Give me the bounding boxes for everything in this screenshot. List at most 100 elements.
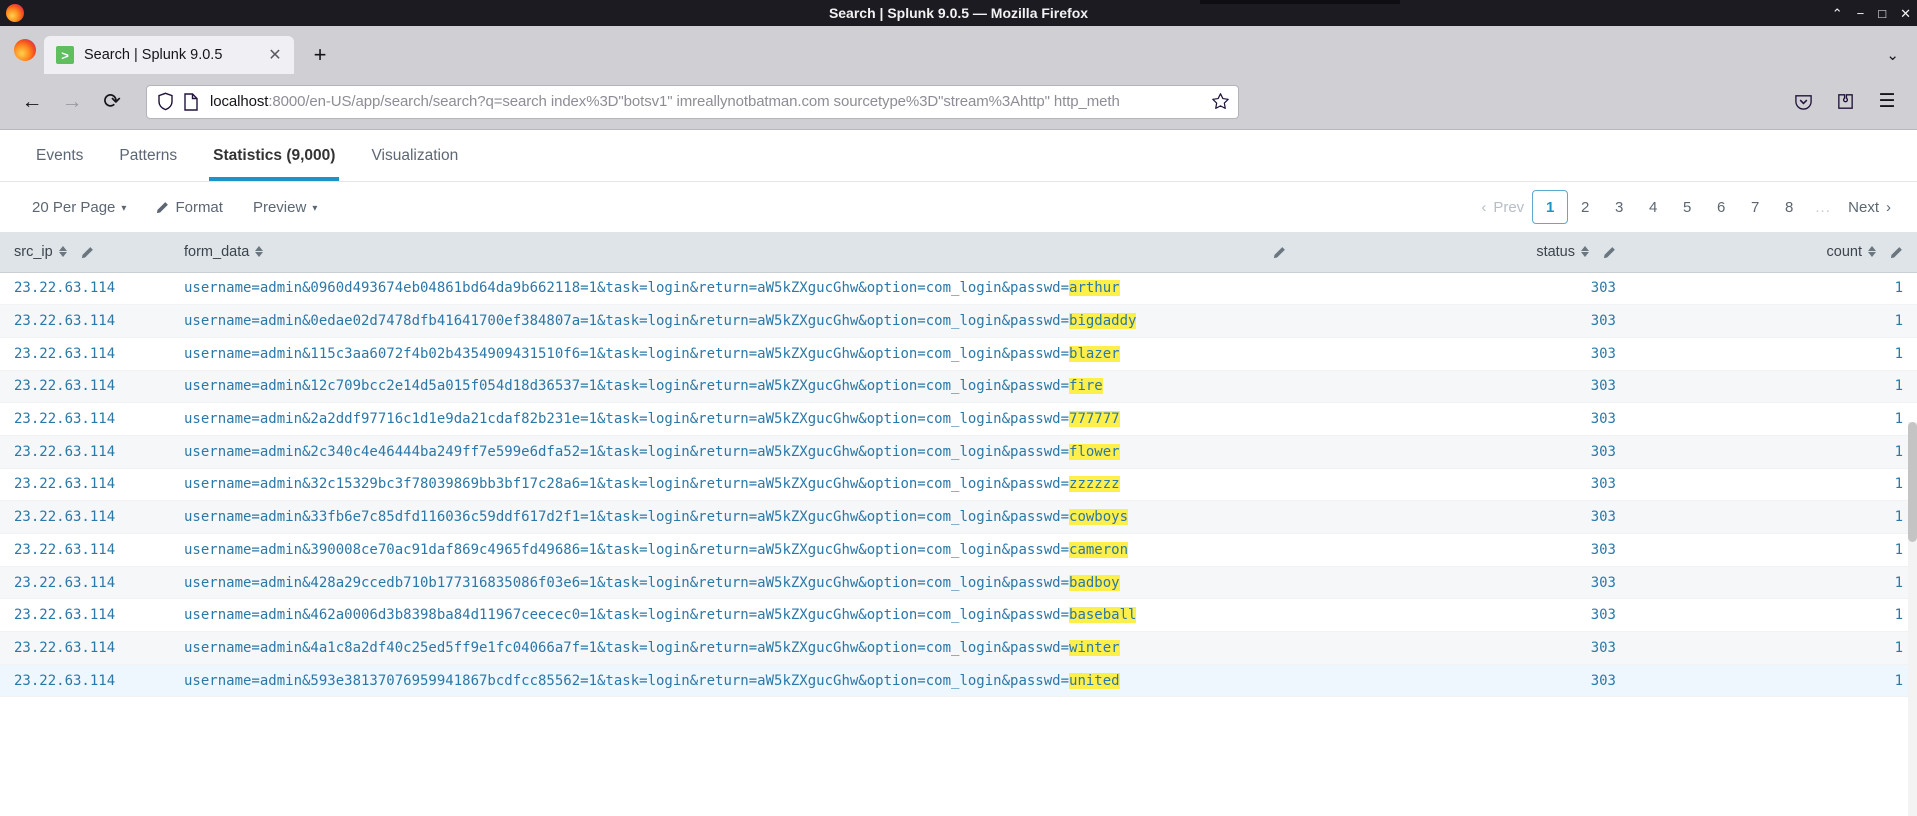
cell-status[interactable]: 303 (1300, 500, 1630, 534)
table-row[interactable]: 23.22.63.114 username=admin&0960d493674eb… (0, 272, 1917, 306)
shield-icon[interactable] (157, 92, 174, 111)
cell-form-data[interactable]: username=admin&32c15329bc3f78039869bb3bf… (170, 468, 1300, 502)
cell-src-ip[interactable]: 23.22.63.114 (0, 435, 170, 469)
cell-src-ip[interactable]: 23.22.63.114 (0, 304, 170, 338)
app-menu-button[interactable]: ☰ (1871, 86, 1903, 118)
cell-src-ip[interactable]: 23.22.63.114 (0, 598, 170, 633)
scrollbar-thumb[interactable] (1908, 422, 1917, 542)
cell-status[interactable]: 303 (1300, 337, 1630, 371)
cell-status[interactable]: 303 (1300, 566, 1630, 600)
cell-src-ip[interactable]: 23.22.63.114 (0, 402, 170, 436)
minimize-button[interactable]: − (1857, 7, 1865, 20)
cell-count[interactable]: 1 (1630, 631, 1917, 665)
tab-visualization[interactable]: Visualization (353, 130, 476, 181)
url-bar[interactable]: localhost:8000/en-US/app/search/search?q… (146, 84, 1239, 119)
cell-form-data[interactable]: username=admin&33fb6e7c85dfd116036c59ddf… (170, 500, 1300, 534)
pocket-icon[interactable] (1787, 86, 1819, 118)
table-row[interactable]: 23.22.63.114 username=admin&2a2ddf97716c1… (0, 402, 1917, 436)
sort-arrows-icon[interactable] (58, 246, 67, 258)
cell-status[interactable]: 303 (1300, 370, 1630, 404)
cell-status[interactable]: 303 (1300, 598, 1630, 633)
page-button-8[interactable]: 8 (1772, 190, 1806, 224)
table-row[interactable]: 23.22.63.114 username=admin&428a29ccedb71… (0, 566, 1917, 600)
cell-form-data[interactable]: username=admin&0edae02d7478dfb41641700ef… (170, 304, 1300, 338)
cell-src-ip[interactable]: 23.22.63.114 (0, 631, 170, 665)
page-button-7[interactable]: 7 (1738, 190, 1772, 224)
page-button-1[interactable]: 1 (1532, 190, 1569, 224)
table-row[interactable]: 23.22.63.114 username=admin&0edae02d7478d… (0, 304, 1917, 338)
cell-count[interactable]: 1 (1630, 402, 1917, 436)
cell-status[interactable]: 303 (1300, 468, 1630, 502)
cell-src-ip[interactable]: 23.22.63.114 (0, 664, 170, 698)
back-button[interactable]: ← (14, 84, 50, 120)
new-tab-button[interactable]: + (304, 39, 336, 71)
cell-src-ip[interactable]: 23.22.63.114 (0, 468, 170, 502)
column-header-status[interactable]: status (1300, 232, 1630, 273)
sort-arrows-icon[interactable] (1868, 246, 1876, 258)
column-header-form-data[interactable]: form_data (170, 232, 1300, 273)
close-button[interactable]: ✕ (1900, 7, 1911, 20)
table-row[interactable]: 23.22.63.114 username=admin&4a1c8a2df40c2… (0, 631, 1917, 665)
tab-events[interactable]: Events (18, 130, 101, 181)
maximize-button[interactable]: □ (1878, 7, 1886, 20)
cell-src-ip[interactable]: 23.22.63.114 (0, 337, 170, 371)
table-row[interactable]: 23.22.63.114 username=admin&12c709bcc2e14… (0, 370, 1917, 404)
column-header-src-ip[interactable]: src_ip (0, 232, 170, 273)
cell-form-data[interactable]: username=admin&2a2ddf97716c1d1e9da21cdaf… (170, 402, 1300, 436)
cell-status[interactable]: 303 (1300, 664, 1630, 698)
cell-src-ip[interactable]: 23.22.63.114 (0, 566, 170, 600)
cell-src-ip[interactable]: 23.22.63.114 (0, 533, 170, 567)
format-button[interactable]: Format (142, 199, 239, 216)
pencil-icon[interactable] (1890, 246, 1903, 259)
pencil-icon[interactable] (1603, 246, 1616, 259)
cell-count[interactable]: 1 (1630, 337, 1917, 371)
per-page-dropdown[interactable]: 20 Per Page ▾ (18, 199, 142, 216)
cell-status[interactable]: 303 (1300, 304, 1630, 338)
cell-src-ip[interactable]: 23.22.63.114 (0, 272, 170, 306)
cell-form-data[interactable]: username=admin&12c709bcc2e14d5a015f054d1… (170, 370, 1300, 404)
cell-count[interactable]: 1 (1630, 533, 1917, 567)
cell-status[interactable]: 303 (1300, 435, 1630, 469)
page-button-4[interactable]: 4 (1636, 190, 1670, 224)
page-button-2[interactable]: 2 (1568, 190, 1602, 224)
prev-page-button[interactable]: ‹ Prev (1473, 190, 1532, 224)
cell-form-data[interactable]: username=admin&2c340c4e46444ba249ff7e599… (170, 435, 1300, 469)
cell-status[interactable]: 303 (1300, 533, 1630, 567)
vertical-scrollbar[interactable] (1908, 422, 1917, 816)
cell-form-data[interactable]: username=admin&4a1c8a2df40c25ed5ff9e1fc0… (170, 631, 1300, 665)
cell-form-data[interactable]: username=admin&428a29ccedb710b1773168350… (170, 566, 1300, 600)
cell-count[interactable]: 1 (1630, 370, 1917, 404)
tab-statistics[interactable]: Statistics (9,000) (195, 130, 353, 181)
page-button-5[interactable]: 5 (1670, 190, 1704, 224)
cell-form-data[interactable]: username=admin&115c3aa6072f4b02b43549094… (170, 337, 1300, 371)
cell-count[interactable]: 1 (1630, 435, 1917, 469)
next-page-button[interactable]: Next › (1840, 190, 1899, 224)
table-row[interactable]: 23.22.63.114 username=admin&593e381370769… (0, 664, 1917, 698)
reload-button[interactable]: ⟳ (94, 84, 130, 120)
table-row[interactable]: 23.22.63.114 username=admin&390008ce70ac9… (0, 533, 1917, 567)
close-tab-icon[interactable]: ✕ (264, 44, 286, 66)
bookmark-star-icon[interactable] (1211, 92, 1230, 111)
sort-arrows-icon[interactable] (1581, 246, 1589, 258)
column-header-count[interactable]: count (1630, 232, 1917, 273)
browser-tab[interactable]: > Search | Splunk 9.0.5 ✕ (44, 36, 294, 74)
url-text[interactable]: localhost:8000/en-US/app/search/search?q… (210, 93, 1205, 110)
cell-status[interactable]: 303 (1300, 402, 1630, 436)
cell-count[interactable]: 1 (1630, 664, 1917, 698)
extensions-icon[interactable] (1829, 86, 1861, 118)
cell-count[interactable]: 1 (1630, 566, 1917, 600)
page-button-3[interactable]: 3 (1602, 190, 1636, 224)
cell-status[interactable]: 303 (1300, 631, 1630, 665)
cell-src-ip[interactable]: 23.22.63.114 (0, 500, 170, 534)
table-row[interactable]: 23.22.63.114 username=admin&2c340c4e46444… (0, 435, 1917, 469)
chevron-down-icon[interactable]: ⌄ (1886, 46, 1899, 64)
pencil-icon[interactable] (1273, 246, 1286, 259)
table-row[interactable]: 23.22.63.114 username=admin&33fb6e7c85dfd… (0, 500, 1917, 534)
table-row[interactable]: 23.22.63.114 username=admin&115c3aa6072f4… (0, 337, 1917, 371)
cell-count[interactable]: 1 (1630, 500, 1917, 534)
cell-form-data[interactable]: username=admin&390008ce70ac91daf869c4965… (170, 533, 1300, 567)
page-document-icon[interactable] (184, 92, 198, 111)
preview-dropdown[interactable]: Preview ▾ (239, 199, 333, 216)
pencil-icon[interactable] (81, 246, 94, 259)
table-row[interactable]: 23.22.63.114 username=admin&462a0006d3b83… (0, 598, 1917, 633)
